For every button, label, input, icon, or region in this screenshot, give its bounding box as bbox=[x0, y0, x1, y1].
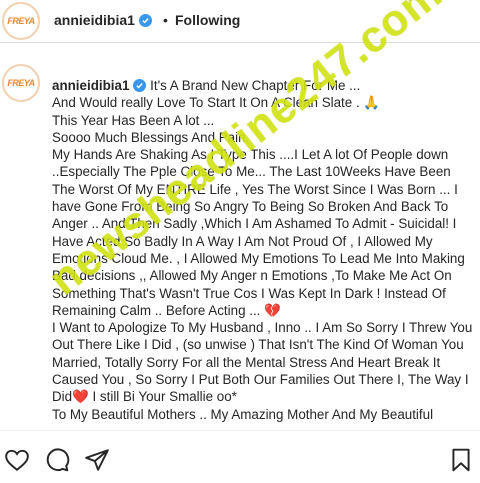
header-username[interactable]: annieidibia1 bbox=[54, 12, 152, 28]
post-header: FREYA annieidibia1 • Following bbox=[0, 0, 480, 43]
header-separator: • bbox=[163, 12, 168, 28]
bookmark-icon[interactable] bbox=[448, 447, 474, 473]
caption-line: Soooo Much Blessings And Pain. bbox=[52, 129, 250, 145]
verified-badge-icon bbox=[138, 14, 152, 27]
heart-outline-icon[interactable] bbox=[4, 447, 30, 473]
caption-line: This Year Has Been A lot ... bbox=[52, 112, 215, 128]
avatar-logo: FREYA bbox=[7, 78, 35, 88]
verified-badge-icon bbox=[133, 79, 147, 92]
avatar-logo-art: FREYA bbox=[7, 78, 35, 88]
avatar-logo: FREYA bbox=[7, 16, 35, 26]
caption-paragraph: My Hands Are Shaking As I Type This ....… bbox=[52, 147, 469, 318]
header-username-text[interactable]: annieidibia1 bbox=[54, 12, 135, 28]
comment-icon[interactable] bbox=[44, 447, 70, 473]
post-caption: annieidibia1 It's A Brand New Chapter Fo… bbox=[52, 77, 474, 423]
caption-line: To My Beautiful Mothers .. My Amazing Mo… bbox=[52, 406, 434, 422]
caption-paragraph: I Want to Apologize To My Husband , Inno… bbox=[52, 320, 473, 405]
caption-line: It's A Brand New Chapter For Me ... bbox=[150, 78, 361, 93]
caption-avatar[interactable]: FREYA bbox=[2, 64, 40, 102]
header-avatar[interactable]: FREYA bbox=[2, 2, 40, 40]
caption-line: And Would really Love To Start It On A C… bbox=[52, 95, 381, 111]
paper-plane-icon[interactable] bbox=[84, 447, 110, 473]
action-bar bbox=[0, 430, 480, 483]
avatar-logo-art: FREYA bbox=[7, 16, 35, 26]
following-button[interactable]: Following bbox=[175, 12, 240, 28]
caption-username[interactable]: annieidibia1 bbox=[52, 78, 129, 93]
